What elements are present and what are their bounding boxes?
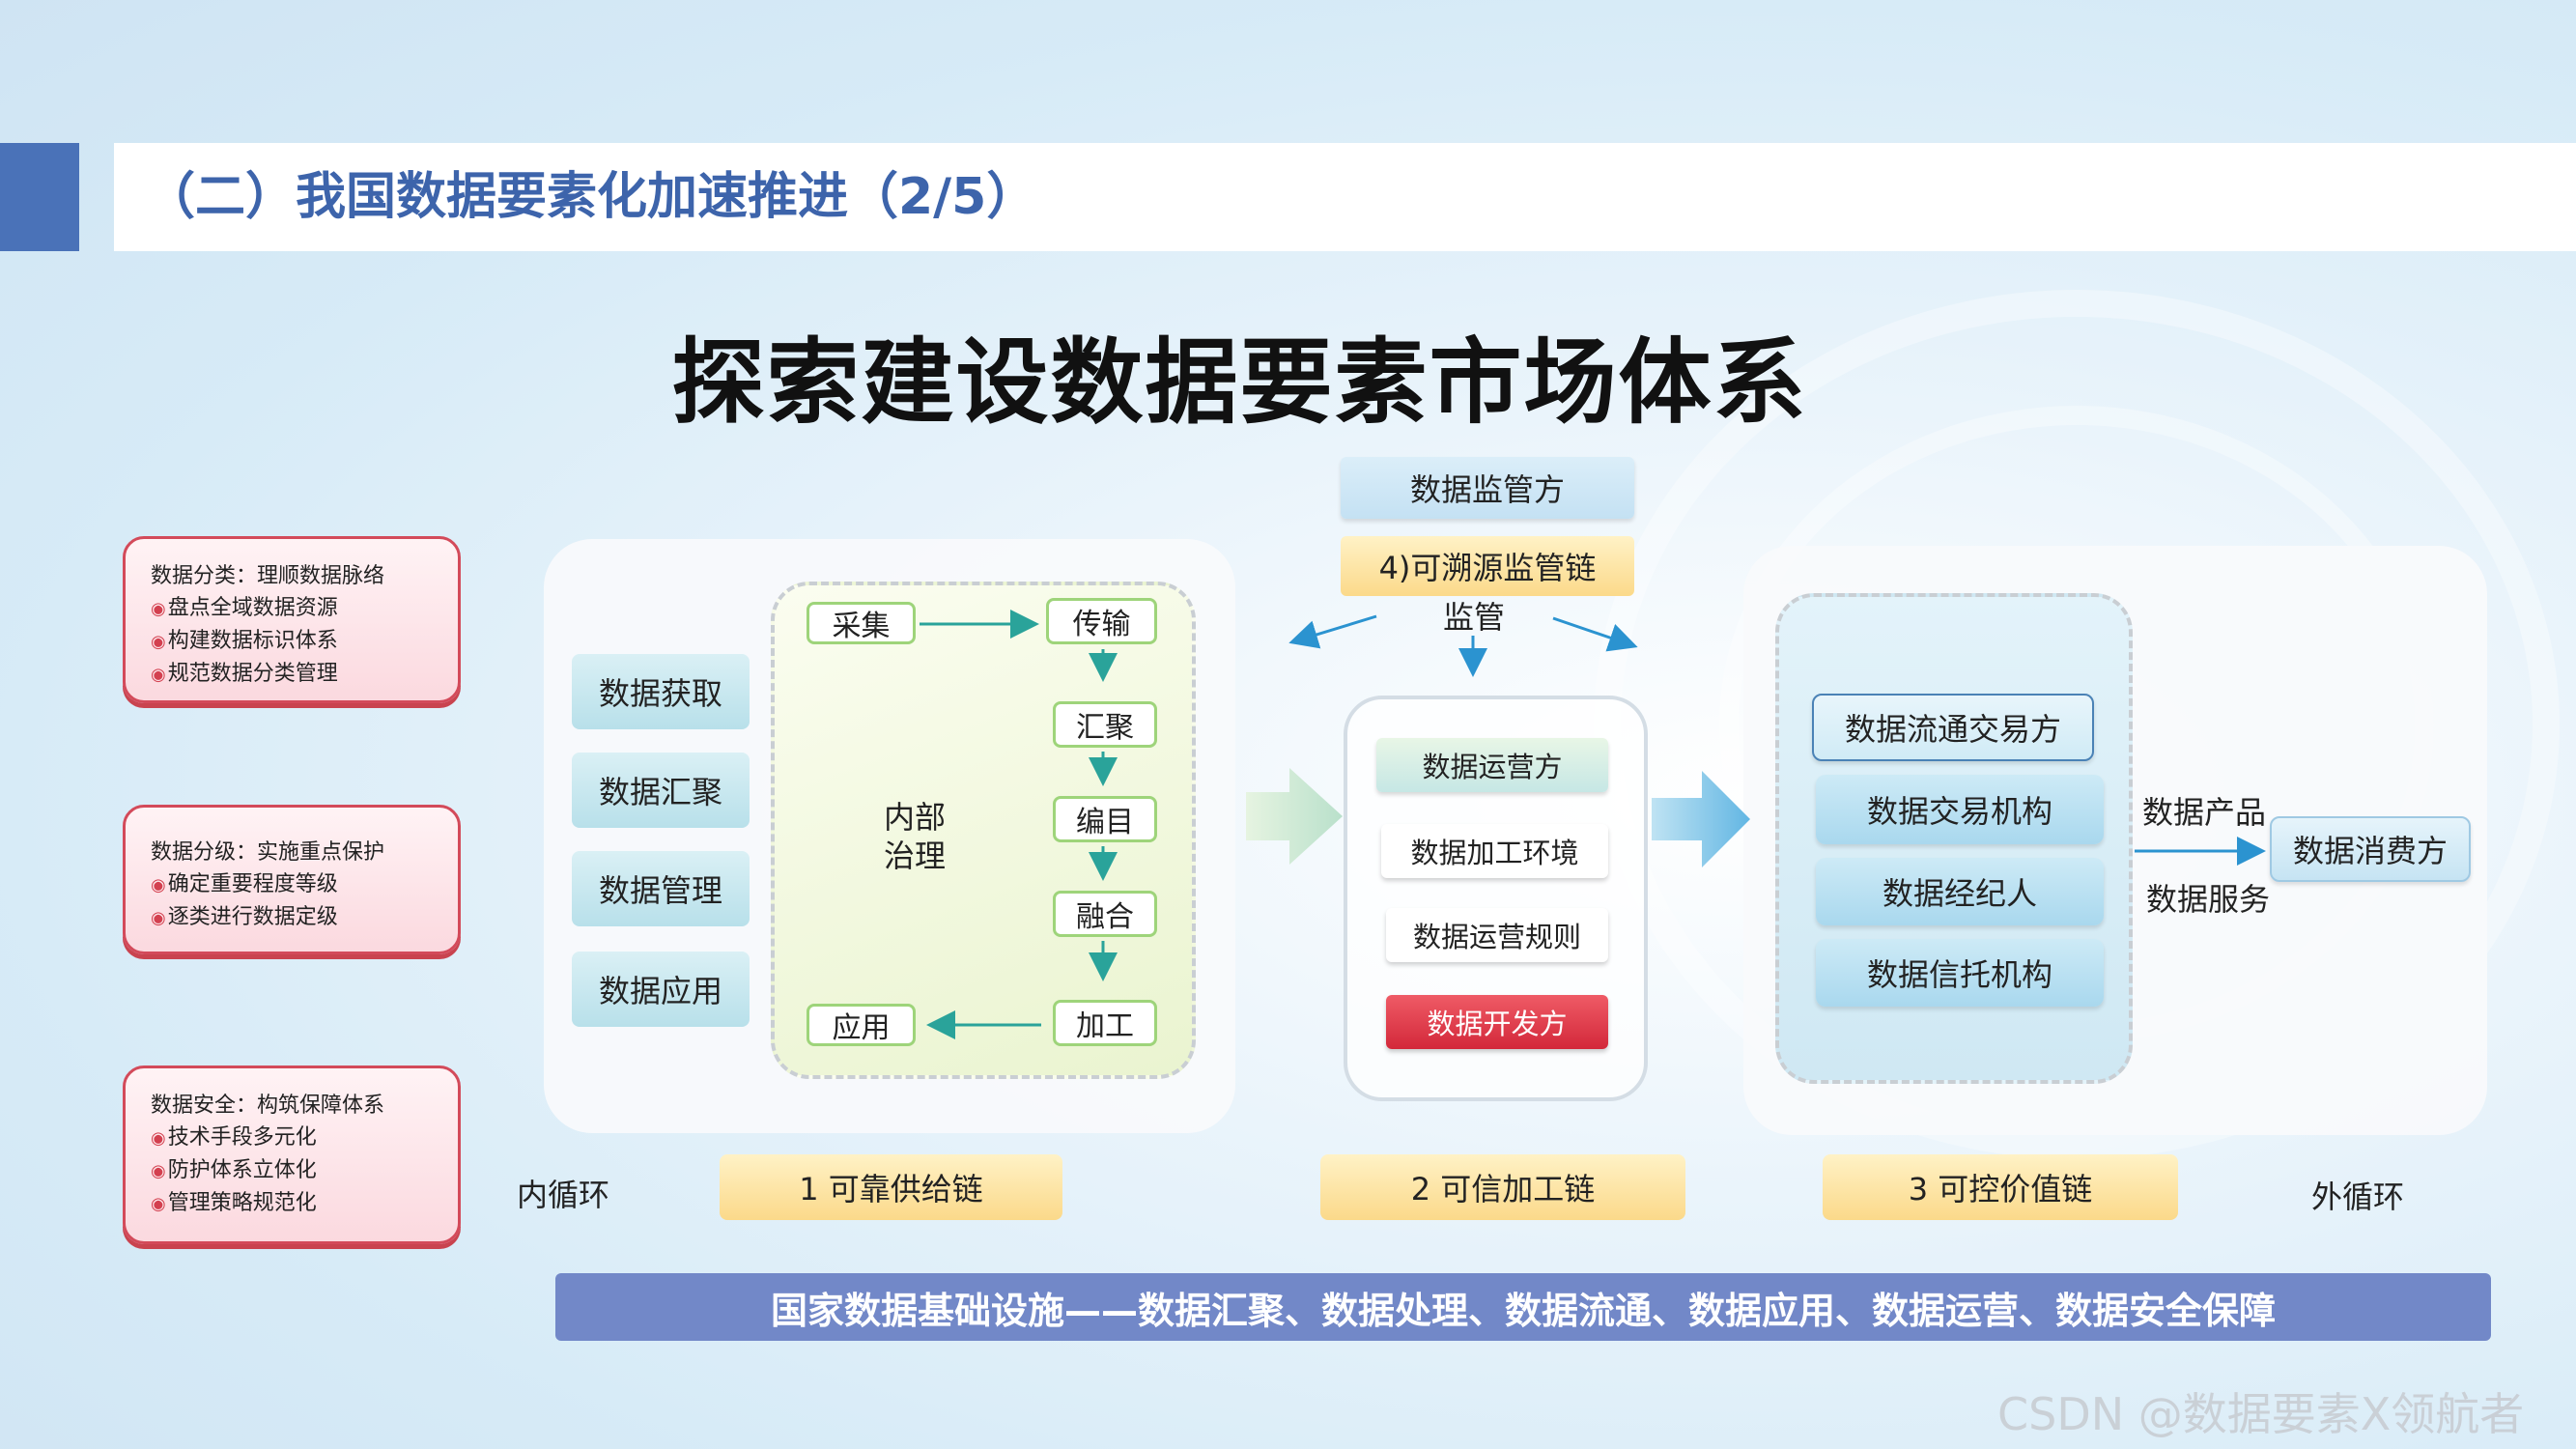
arrows-layer: [920, 610, 2266, 1039]
supervise-arrow: [1552, 616, 1638, 652]
supervise-arrow: [1288, 614, 1377, 649]
authorize-arrow: [1246, 768, 1343, 865]
value-arrow: [1652, 771, 1750, 867]
